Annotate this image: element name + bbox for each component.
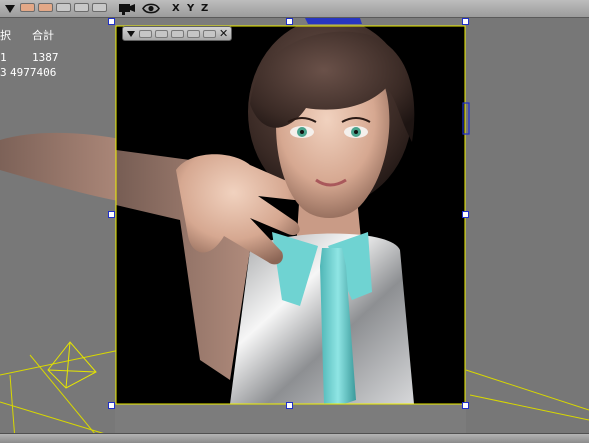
triangle-down-icon[interactable] bbox=[127, 30, 135, 38]
selection-handle-top-right[interactable] bbox=[462, 18, 469, 25]
eye-icon[interactable] bbox=[142, 1, 160, 16]
render-region bbox=[116, 26, 465, 404]
toolbar-swatch-2[interactable] bbox=[38, 3, 53, 12]
mini-panel-button-2[interactable] bbox=[155, 30, 168, 38]
stats-header-partial: 択 bbox=[0, 29, 11, 42]
close-icon[interactable]: ✕ bbox=[219, 27, 228, 40]
toolbar-swatch-5[interactable] bbox=[92, 3, 107, 12]
bottom-status-strip bbox=[0, 433, 589, 443]
toolbar-swatch-1[interactable] bbox=[20, 3, 35, 12]
selection-handle-top-left[interactable] bbox=[108, 18, 115, 25]
toolbar-swatch-4[interactable] bbox=[74, 3, 89, 12]
stats-row2-total: 4977406 bbox=[10, 66, 57, 79]
selection-handle-bottom-right[interactable] bbox=[462, 402, 469, 409]
mini-panel-button-3[interactable] bbox=[171, 30, 184, 38]
stats-row1-total: 1387 bbox=[32, 51, 59, 64]
selection-handle-top-center[interactable] bbox=[286, 18, 293, 25]
stats-header-total: 合計 bbox=[32, 29, 54, 42]
selection-handle-bottom-left[interactable] bbox=[108, 402, 115, 409]
camera-icon[interactable] bbox=[118, 1, 136, 16]
scene-canvas[interactable] bbox=[0, 0, 589, 443]
triangle-down-icon[interactable] bbox=[4, 3, 16, 15]
selection-handle-middle-left[interactable] bbox=[108, 211, 115, 218]
viewport-toolbar: X Y Z bbox=[0, 0, 589, 18]
mini-panel-button-5[interactable] bbox=[203, 30, 216, 38]
mini-panel-button-1[interactable] bbox=[139, 30, 152, 38]
axis-y-label[interactable]: Y bbox=[187, 3, 194, 14]
3d-viewport[interactable]: 択 合計 1 1387 3 4977406 ✕ X Y Z bbox=[0, 0, 589, 443]
stats-row2-partial: 3 bbox=[0, 66, 7, 79]
selection-handle-middle-right[interactable] bbox=[462, 211, 469, 218]
mini-panel-button-4[interactable] bbox=[187, 30, 200, 38]
render-mini-panel[interactable]: ✕ bbox=[122, 26, 232, 41]
selection-handle-bottom-center[interactable] bbox=[286, 402, 293, 409]
axis-x-label[interactable]: X bbox=[172, 3, 180, 14]
axis-z-label[interactable]: Z bbox=[201, 3, 208, 14]
stats-row1-partial: 1 bbox=[0, 51, 7, 64]
toolbar-swatch-3[interactable] bbox=[56, 3, 71, 12]
